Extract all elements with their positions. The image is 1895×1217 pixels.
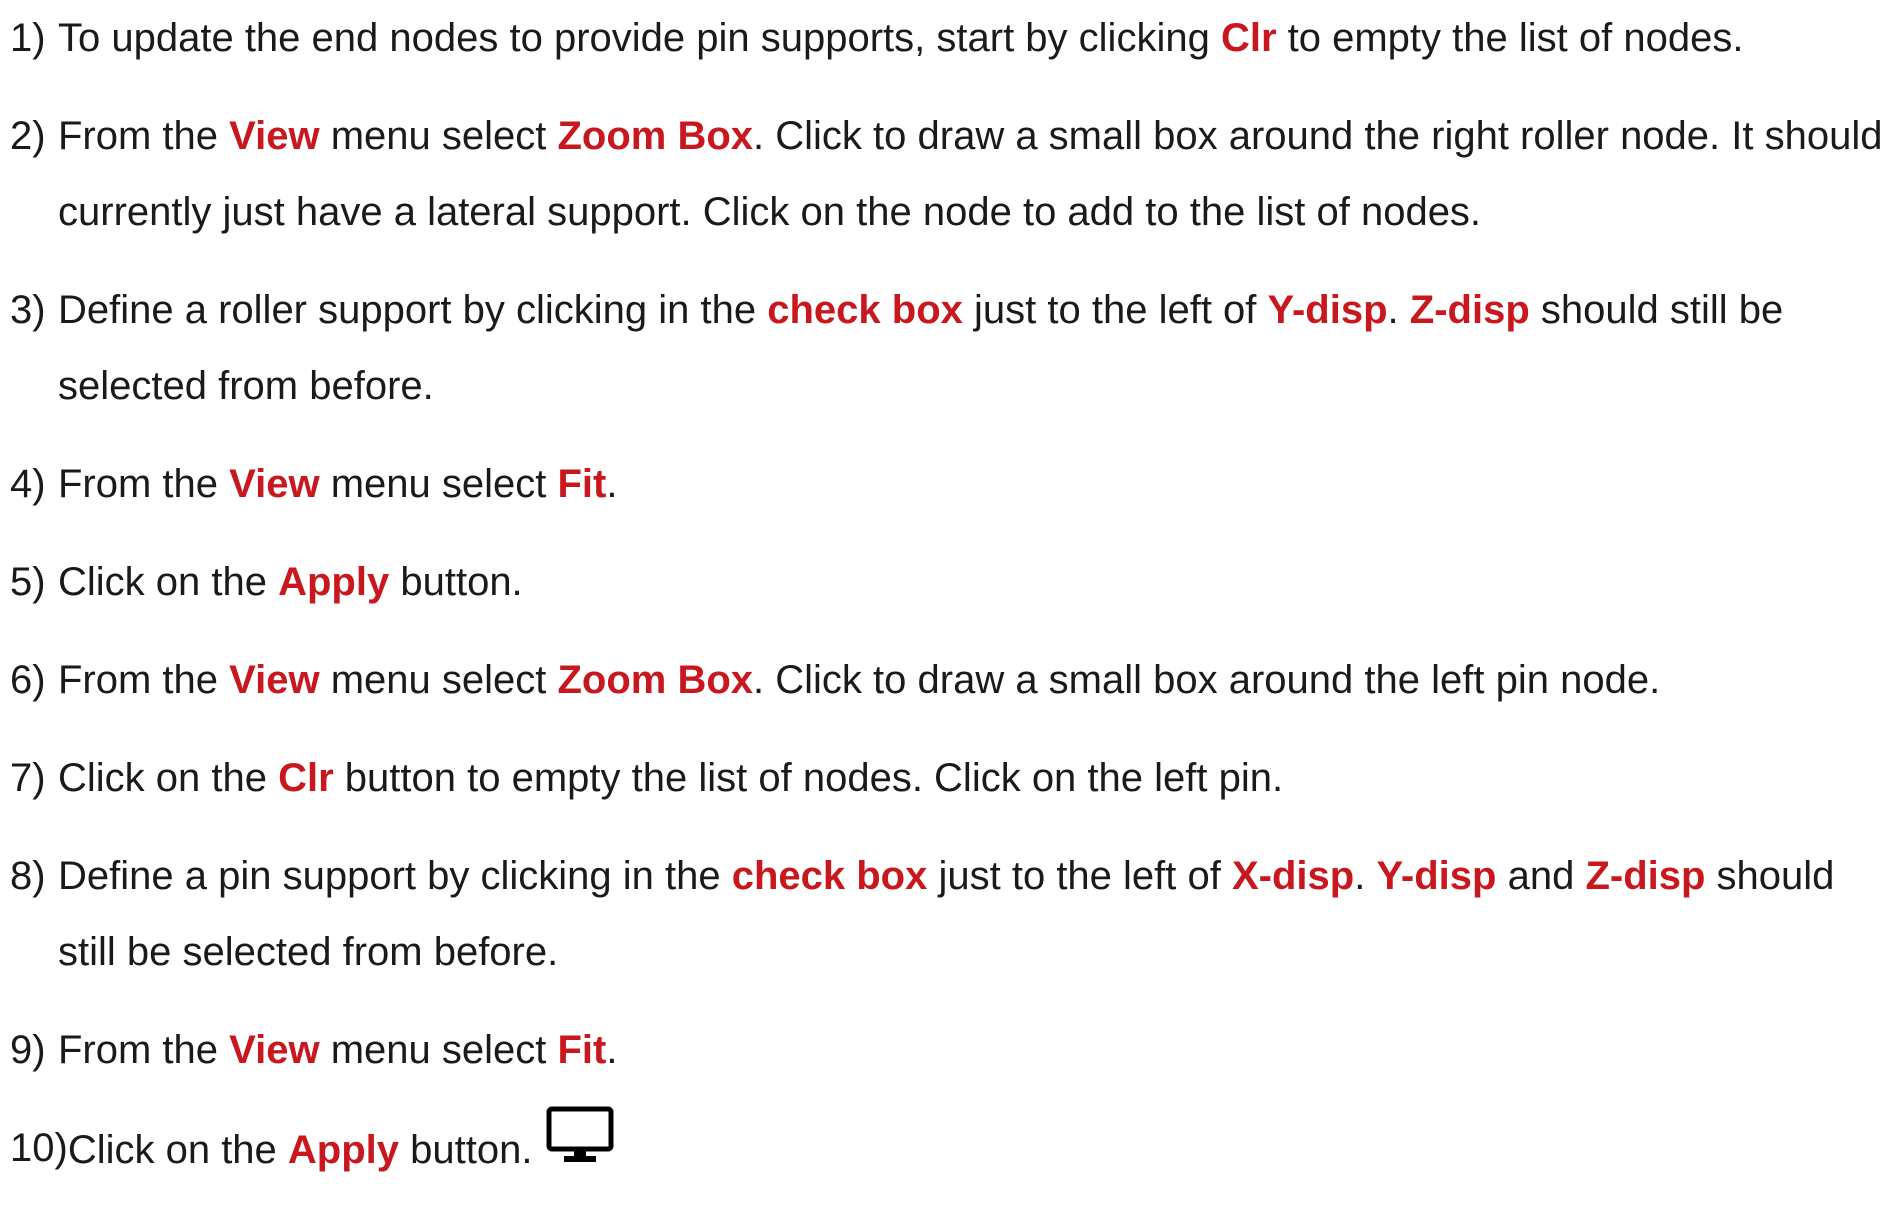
step-text: From the View menu select Zoom Box. Clic… (58, 98, 1890, 250)
plain-text: Define a roller support by clicking in t… (58, 288, 768, 332)
instruction-step: 5) Click on the Apply button. (10, 544, 1890, 620)
plain-text: . (606, 462, 618, 506)
plain-text: From the (58, 658, 230, 702)
highlighted-term: View (229, 114, 320, 158)
instruction-step: 10) Click on the Apply button. (10, 1106, 1890, 1195)
step-number: 1) (10, 16, 46, 60)
highlighted-term: Clr (1220, 16, 1277, 60)
instruction-step: 6) From the View menu select Zoom Box. Cl… (10, 642, 1890, 718)
instruction-step: 7) Click on the Clr button to empty the l… (10, 740, 1890, 816)
highlighted-term: Clr (278, 756, 334, 800)
instruction-step: 4) From the View menu select Fit. (10, 446, 1890, 522)
highlighted-term: check box (731, 854, 928, 898)
highlighted-term: Y-disp (1376, 854, 1497, 898)
highlighted-term: Z-disp (1585, 854, 1706, 898)
step-text: From the View menu select Fit. (58, 1012, 1890, 1088)
plain-text: From the (58, 462, 230, 506)
instruction-list: 1) To update the end nodes to provide pin… (10, 0, 1890, 1217)
step-text: Define a pin support by clicking in the … (58, 838, 1890, 990)
plain-text: . (606, 1028, 618, 1072)
plain-text: From the (58, 114, 230, 158)
step-number: 6) (10, 658, 46, 702)
step-number: 8) (10, 854, 46, 898)
step-text: Click on the Clr button to empty the lis… (58, 740, 1890, 816)
highlighted-term: Apply (287, 1128, 400, 1173)
plain-text: From the (58, 1028, 230, 1072)
instruction-step: 3) Define a roller support by clicking in… (10, 272, 1890, 424)
highlighted-term: Z-disp (1409, 288, 1530, 332)
plain-text: Click on the (58, 756, 279, 800)
plain-text: button. (389, 560, 523, 604)
plain-text: and (1496, 854, 1586, 898)
instruction-step: 8) Define a pin support by clicking in th… (10, 838, 1890, 990)
step-text: Click on the Apply button. (58, 544, 1890, 620)
step-number: 7) (10, 756, 46, 800)
highlighted-term: Fit (557, 462, 607, 506)
plain-text: To update the end nodes to provide pin s… (58, 16, 1221, 60)
plain-text: menu select (319, 462, 558, 506)
instruction-step: 2) From the View menu select Zoom Box. Cl… (10, 98, 1890, 250)
step-text: To update the end nodes to provide pin s… (58, 0, 1890, 76)
highlighted-term: View (229, 1028, 320, 1072)
highlighted-term: Fit (557, 1028, 607, 1072)
plain-text: . (1354, 854, 1377, 898)
step-text: Click on the Apply button. (67, 1106, 1890, 1195)
highlighted-term: X-disp (1231, 854, 1355, 898)
plain-text: button to empty the list of nodes. Click… (333, 756, 1284, 800)
plain-text: menu select (319, 658, 558, 702)
instruction-step: 9) From the View menu select Fit. (10, 1012, 1890, 1088)
plain-text: button. (399, 1128, 533, 1173)
plain-text: just to the left of (962, 288, 1268, 332)
plain-text: Click on the (58, 560, 279, 604)
plain-text: Click on the (67, 1128, 288, 1173)
instruction-step: 1) To update the end nodes to provide pin… (10, 0, 1890, 76)
step-number: 4) (10, 462, 46, 506)
step-text: From the View menu select Zoom Box. Clic… (58, 642, 1890, 718)
highlighted-term: check box (767, 288, 963, 332)
highlighted-term: Apply (278, 560, 390, 604)
plain-text: to empty the list of nodes. (1276, 16, 1744, 60)
step-text: Define a roller support by clicking in t… (58, 272, 1890, 424)
step-number: 2) (10, 114, 46, 158)
plain-text: . Click to draw a small box around the l… (753, 658, 1661, 702)
plain-text: Define a pin support by clicking in the (58, 854, 732, 898)
highlighted-term: Zoom Box (557, 114, 754, 158)
highlighted-term: Zoom Box (557, 658, 754, 702)
step-number: 9) (10, 1028, 46, 1072)
step-number: 3) (10, 288, 46, 332)
highlighted-term: Y-disp (1267, 288, 1388, 332)
plain-text: . (1387, 288, 1410, 332)
step-number: 5) (10, 560, 46, 604)
highlighted-term: View (229, 462, 320, 506)
monitor-icon (546, 1106, 614, 1191)
step-text: From the View menu select Fit. (58, 446, 1890, 522)
plain-text: menu select (319, 1028, 558, 1072)
plain-text: menu select (319, 114, 558, 158)
plain-text: just to the left of (927, 854, 1232, 898)
highlighted-term: View (229, 658, 320, 702)
